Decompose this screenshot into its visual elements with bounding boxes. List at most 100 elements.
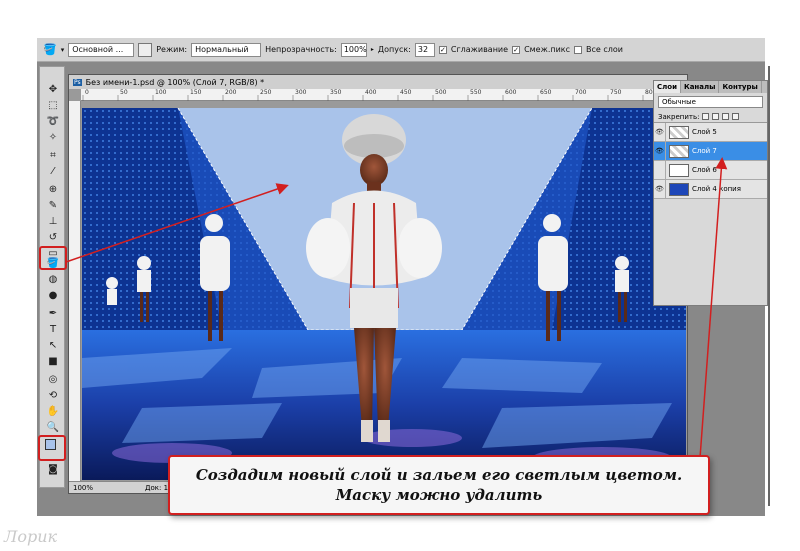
layer-row[interactable]: 👁 Слой 4 копия — [654, 179, 767, 199]
layer-thumbnail — [669, 144, 689, 158]
opacity-arrow-icon[interactable]: ▸ — [371, 46, 374, 53]
ps-badge: Ps — [73, 78, 82, 86]
ruler-tick-0: 0 — [85, 89, 89, 96]
hand-tool-icon[interactable]: ✋ — [44, 403, 62, 419]
lock-label: Закрепить: — [658, 112, 700, 121]
ruler-ticks — [82, 95, 644, 101]
eye-icon[interactable]: 👁 — [654, 141, 666, 161]
pen-tool-icon[interactable]: ✒ — [44, 305, 62, 321]
lock-pixels-icon[interactable] — [712, 113, 720, 120]
mode-select[interactable]: Нормальный — [191, 42, 262, 57]
layer-row[interactable]: 👁 Слой 5 — [654, 122, 767, 142]
ruler-tick-600: 600 — [505, 89, 517, 96]
caption-box: Создадим новый слой и зальем его светлым… — [168, 455, 710, 515]
opacity-input[interactable]: 100% — [340, 42, 367, 57]
layer-name: Слой 6 — [692, 166, 717, 174]
mode-label: Режим: — [156, 45, 188, 54]
3d-orbit-tool-icon[interactable]: ⟲ — [44, 387, 62, 403]
dropdown-arrow-icon[interactable]: ▾ — [61, 46, 65, 54]
eyedropper-tool-icon[interactable]: ⁄ — [44, 163, 62, 179]
ruler-tick-350: 350 — [330, 89, 342, 96]
layer-name: Слой 5 — [692, 128, 717, 136]
ruler-tick-200: 200 — [225, 89, 237, 96]
ruler-tick-550: 550 — [470, 89, 482, 96]
antialias-checkbox[interactable]: ✓ — [438, 45, 447, 54]
lock-position-icon[interactable] — [722, 113, 730, 120]
layer-thumbnail — [669, 182, 689, 196]
dodge-tool-icon[interactable]: ● — [44, 287, 62, 303]
document-title: Без имени-1.psd @ 100% (Слой 7, RGB/8) * — [85, 77, 265, 87]
vertical-ruler — [69, 101, 81, 481]
move-tool-icon[interactable]: ✥ — [44, 81, 62, 97]
lock-transparency-icon[interactable] — [702, 113, 710, 120]
ruler-tick-500: 500 — [435, 89, 447, 96]
caption-line-2: Маску можно удалить — [335, 486, 543, 504]
clone-stamp-tool-icon[interactable]: ⊥ — [44, 213, 62, 229]
layer-name: Слой 4 копия — [692, 185, 741, 193]
magic-wand-tool-icon[interactable]: ✧ — [44, 129, 62, 145]
workspace-edge — [768, 66, 770, 506]
layer-name: Слой 7 — [692, 147, 717, 155]
eye-icon[interactable]: 👁 — [654, 122, 666, 142]
eye-icon[interactable]: 👁 — [654, 179, 666, 199]
lock-row: Закрепить: — [654, 111, 767, 123]
paint-bucket-highlight — [39, 246, 67, 270]
lock-all-icon[interactable] — [732, 113, 740, 120]
history-brush-tool-icon[interactable]: ↺ — [44, 229, 62, 245]
layers-panel: Слои Каналы Контуры Обычные Закрепить: 👁… — [653, 80, 768, 306]
document-title-bar[interactable]: Ps Без имени-1.psd @ 100% (Слой 7, RGB/8… — [69, 75, 687, 89]
ruler-tick-300: 300 — [295, 89, 307, 96]
horizontal-ruler: 0 50 100 150 200 250 300 350 400 450 500… — [81, 89, 687, 101]
ruler-tick-750: 750 — [610, 89, 622, 96]
zoom-value[interactable]: 100% — [73, 484, 93, 492]
type-tool-icon[interactable]: T — [44, 321, 62, 337]
healing-brush-tool-icon[interactable]: ⊕ — [44, 181, 62, 197]
tolerance-value: 32 — [417, 45, 429, 54]
opacity-value: 100% — [343, 45, 367, 54]
tolerance-input[interactable]: 32 — [414, 42, 435, 57]
layer-row-selected[interactable]: 👁 Слой 7 — [654, 141, 767, 161]
preset-select[interactable]: Основной ... — [68, 42, 135, 57]
path-selection-tool-icon[interactable]: ↖ — [44, 337, 62, 353]
quick-mask-icon[interactable]: ◙ — [44, 461, 62, 477]
paint-bucket-icon[interactable]: 🪣 — [43, 43, 57, 56]
color-swatch-highlight — [38, 435, 66, 461]
contiguous-label: Смеж.пикс — [524, 45, 571, 54]
all-layers-checkbox[interactable] — [574, 45, 583, 54]
tolerance-label: Допуск: — [377, 45, 411, 54]
marquee-tool-icon[interactable]: ⬚ — [44, 97, 62, 113]
ruler-tick-150: 150 — [190, 89, 202, 96]
zoom-tool-icon[interactable]: 🔍 — [44, 419, 62, 435]
ruler-tick-700: 700 — [575, 89, 587, 96]
3d-rotate-tool-icon[interactable]: ◎ — [44, 371, 62, 387]
options-bar: 🪣 ▾ Основной ... Режим: Нормальный Непро… — [37, 38, 765, 62]
ruler-tick-50: 50 — [120, 89, 128, 96]
canvas-image[interactable] — [82, 108, 686, 480]
tab-layers[interactable]: Слои — [654, 81, 681, 93]
mode-value: Нормальный — [195, 45, 249, 54]
layers-panel-tabs: Слои Каналы Контуры — [654, 81, 767, 93]
watermark: Лорик — [4, 527, 58, 546]
layer-row[interactable]: Слой 6 — [654, 160, 767, 180]
shape-tool-icon[interactable]: ■ — [44, 353, 62, 369]
blur-tool-icon[interactable]: ◍ — [44, 271, 62, 287]
layer-thumbnail — [669, 125, 689, 139]
tab-channels[interactable]: Каналы — [681, 81, 720, 93]
lasso-tool-icon[interactable]: ➰ — [44, 113, 62, 129]
opacity-label: Непрозрачность: — [265, 45, 337, 54]
brush-tool-icon[interactable]: ✎ — [44, 197, 62, 213]
tools-panel: ✥ ⬚ ➰ ✧ ⌗ ⁄ ⊕ ✎ ⊥ ↺ ▭ 🪣 ◍ ● ✒ T ↖ ■ ◎ ⟲ … — [39, 66, 65, 488]
tab-paths[interactable]: Контуры — [719, 81, 762, 93]
antialias-label: Сглаживание — [450, 45, 509, 54]
pattern-swatch[interactable] — [138, 42, 153, 57]
all-layers-label: Все слои — [586, 45, 623, 54]
blend-mode-select[interactable]: Обычные — [658, 96, 763, 108]
ruler-tick-100: 100 — [155, 89, 167, 96]
ruler-tick-650: 650 — [540, 89, 552, 96]
eye-hidden-icon[interactable] — [654, 160, 666, 180]
crop-tool-icon[interactable]: ⌗ — [44, 147, 62, 163]
contiguous-checkbox[interactable]: ✓ — [512, 45, 521, 54]
canvas-artwork — [82, 108, 686, 480]
ruler-tick-400: 400 — [365, 89, 377, 96]
layer-thumbnail — [669, 163, 689, 177]
